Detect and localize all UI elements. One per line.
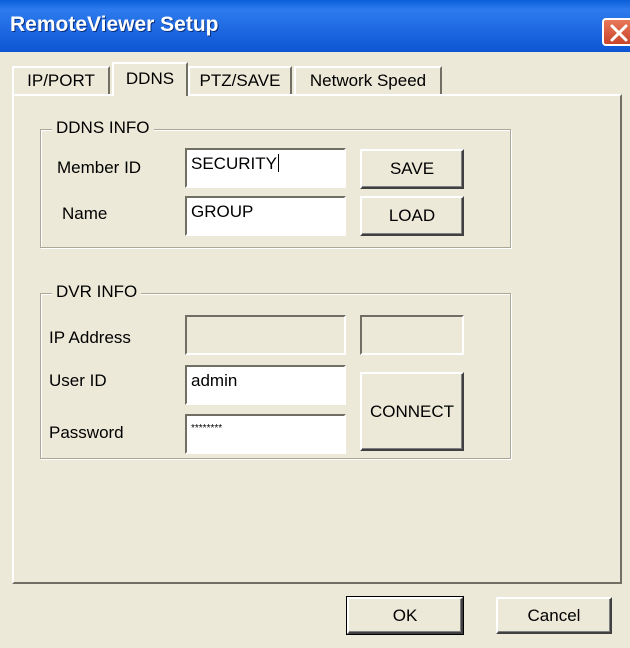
ip-address-label: IP Address <box>49 328 131 347</box>
tab-label: DDNS <box>125 69 175 88</box>
password-input[interactable]: ******** <box>185 414 346 454</box>
tab-network-speed[interactable]: Network Speed <box>294 66 442 94</box>
connect-button[interactable]: CONNECT <box>360 372 464 451</box>
title-bar[interactable]: RemoteViewer Setup <box>0 0 630 52</box>
cancel-button[interactable]: Cancel <box>496 597 612 634</box>
text-caret <box>277 154 279 172</box>
port-input[interactable] <box>360 315 464 355</box>
save-button-label: SAVE <box>389 159 435 178</box>
name-value: GROUP <box>191 202 254 221</box>
ok-button-label: OK <box>392 605 418 625</box>
ddns-info-title: DDNS INFO <box>52 118 154 138</box>
user-id-label: User ID <box>49 371 107 390</box>
tab-ip-port[interactable]: IP/PORT <box>12 66 110 94</box>
tab-ptz-save[interactable]: PTZ/SAVE <box>188 66 292 94</box>
setup-dialog: RemoteViewer Setup IP/PORT DDNS PTZ/SAVE… <box>0 0 630 648</box>
user-id-input[interactable]: admin <box>185 365 346 405</box>
ok-button[interactable]: OK <box>346 596 464 635</box>
tab-label: IP/PORT <box>27 71 95 90</box>
password-value: ******** <box>191 423 223 434</box>
member-id-input[interactable]: SECURITY <box>185 148 346 188</box>
save-button[interactable]: SAVE <box>360 149 464 189</box>
cancel-button-label: Cancel <box>527 605 581 625</box>
user-id-value: admin <box>191 371 238 390</box>
tab-ddns[interactable]: DDNS <box>112 62 188 96</box>
name-label: Name <box>62 204 108 223</box>
tab-label: Network Speed <box>309 71 427 90</box>
member-id-label: Member ID <box>57 158 142 177</box>
close-icon <box>610 24 628 42</box>
dvr-info-title: DVR INFO <box>52 282 142 302</box>
password-label: Password <box>49 423 124 442</box>
load-button-label: LOAD <box>388 206 436 225</box>
close-button[interactable] <box>602 18 630 46</box>
name-input[interactable]: GROUP <box>185 196 346 236</box>
member-id-value: SECURITY <box>191 154 277 173</box>
ip-address-input[interactable] <box>185 315 346 355</box>
tab-label: PTZ/SAVE <box>199 71 281 90</box>
connect-button-label: CONNECT <box>369 401 455 421</box>
window-title: RemoteViewer Setup <box>10 13 219 36</box>
load-button[interactable]: LOAD <box>360 196 464 236</box>
